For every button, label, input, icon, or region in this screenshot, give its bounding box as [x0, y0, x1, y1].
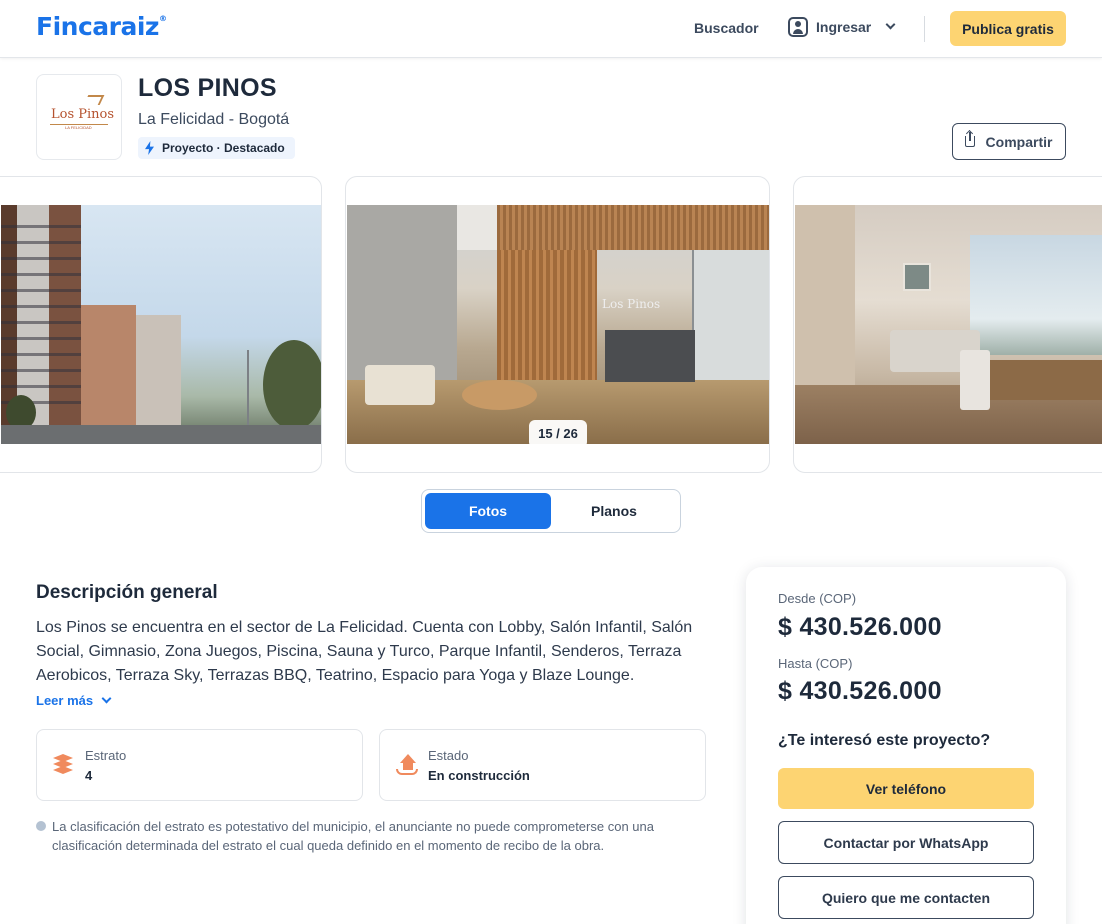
- share-button[interactable]: Compartir: [952, 123, 1066, 160]
- logo-text: Fincaraiz: [36, 12, 159, 41]
- lobby-wall-sign: Los Pinos: [602, 297, 661, 311]
- road: [1, 425, 321, 444]
- ver-telefono-button[interactable]: Ver teléfono: [778, 768, 1034, 809]
- dining-chair: [960, 350, 990, 410]
- share-label: Compartir: [985, 133, 1053, 150]
- project-logo-text: Los Pinos: [51, 107, 115, 122]
- chevron-down-icon: [885, 19, 896, 29]
- tab-planos[interactable]: Planos: [551, 493, 677, 529]
- layers-icon: [53, 754, 73, 778]
- gallery-card-next[interactable]: [793, 176, 1102, 473]
- gallery-card-previous[interactable]: [0, 176, 322, 473]
- disclaimer-text: La clasificación del estrato es potestat…: [52, 819, 654, 853]
- street-lamp: [247, 350, 249, 430]
- bird-logo-icon: [83, 95, 105, 105]
- window-view: [970, 235, 1102, 355]
- header-divider: [924, 16, 925, 42]
- user-icon: [788, 17, 808, 37]
- estado-value: En construcción: [428, 768, 530, 783]
- photo-building-exterior: [1, 205, 321, 444]
- interest-question: ¿Te interesó este proyecto?: [778, 732, 991, 749]
- price-card: Desde (COP) $ 430.526.000 Hasta (COP) $ …: [746, 567, 1066, 924]
- reception-desk: [605, 330, 695, 382]
- publica-gratis-button[interactable]: Publica gratis: [950, 11, 1066, 46]
- nav-ingresar-menu[interactable]: Ingresar: [788, 17, 896, 37]
- estrato-disclaimer: La clasificación del estrato es potestat…: [36, 817, 716, 855]
- house-hand-icon: [396, 754, 418, 776]
- logo-registered-mark: ®: [158, 14, 167, 23]
- price-from-value: $ 430.526.000: [778, 613, 942, 641]
- badge-label: Proyecto · Destacado: [162, 141, 285, 155]
- estrato-label: Estrato: [85, 748, 127, 763]
- wood-ceiling: [497, 205, 769, 250]
- round-table: [462, 380, 537, 410]
- photo-lobby: Los Pinos: [347, 205, 769, 444]
- sofa: [365, 365, 435, 405]
- read-more-label: Leer más: [36, 693, 94, 708]
- fincaraiz-logo[interactable]: Fincaraiz®: [36, 12, 167, 41]
- whatsapp-contact-button[interactable]: Contactar por WhatsApp: [778, 821, 1034, 864]
- project-logo: Los Pinos LA FELICIDAD: [36, 74, 122, 160]
- lightning-icon: [145, 141, 154, 155]
- ingresar-label: Ingresar: [816, 19, 872, 35]
- photo-living-room: [795, 205, 1102, 444]
- project-title: LOS PINOS: [138, 74, 277, 102]
- estado-label: Estado: [428, 748, 469, 763]
- project-badge: Proyecto · Destacado: [138, 137, 295, 159]
- tree: [263, 340, 321, 430]
- project-logo-subtext: LA FELICIDAD: [65, 125, 92, 130]
- chevron-down-icon: [101, 693, 112, 704]
- share-icon: [965, 132, 975, 147]
- project-location: La Felicidad - Bogotá: [138, 111, 290, 128]
- nav-buscador-link[interactable]: Buscador: [694, 20, 759, 36]
- estrato-value: 4: [85, 768, 93, 783]
- top-navbar: Fincaraiz® Buscador Ingresar Publica gra…: [0, 0, 1102, 58]
- info-icon: [36, 821, 46, 831]
- gallery-tabs: Fotos Planos: [421, 489, 681, 533]
- building-back: [136, 315, 181, 440]
- estado-box: Estado En construcción: [379, 729, 706, 801]
- price-to-label: Hasta (COP): [778, 656, 853, 671]
- glass-door: [692, 250, 769, 380]
- price-from-label: Desde (COP): [778, 591, 857, 606]
- description-title: Descripción general: [36, 582, 218, 603]
- tab-fotos[interactable]: Fotos: [425, 493, 551, 529]
- read-more-link[interactable]: Leer más: [36, 693, 112, 708]
- photo-counter: 15 / 26: [529, 420, 587, 448]
- building-mid: [81, 305, 136, 440]
- dining-table: [990, 360, 1102, 400]
- gallery-card-current[interactable]: Los Pinos 15 / 26: [345, 176, 770, 473]
- request-contact-button[interactable]: Quiero que me contacten: [778, 876, 1034, 919]
- wood-wall: [497, 250, 597, 390]
- description-text: Los Pinos se encuentra en el sector de L…: [36, 619, 693, 684]
- estrato-box: Estrato 4: [36, 729, 363, 801]
- wall-art: [903, 263, 931, 291]
- price-to-value: $ 430.526.000: [778, 677, 942, 705]
